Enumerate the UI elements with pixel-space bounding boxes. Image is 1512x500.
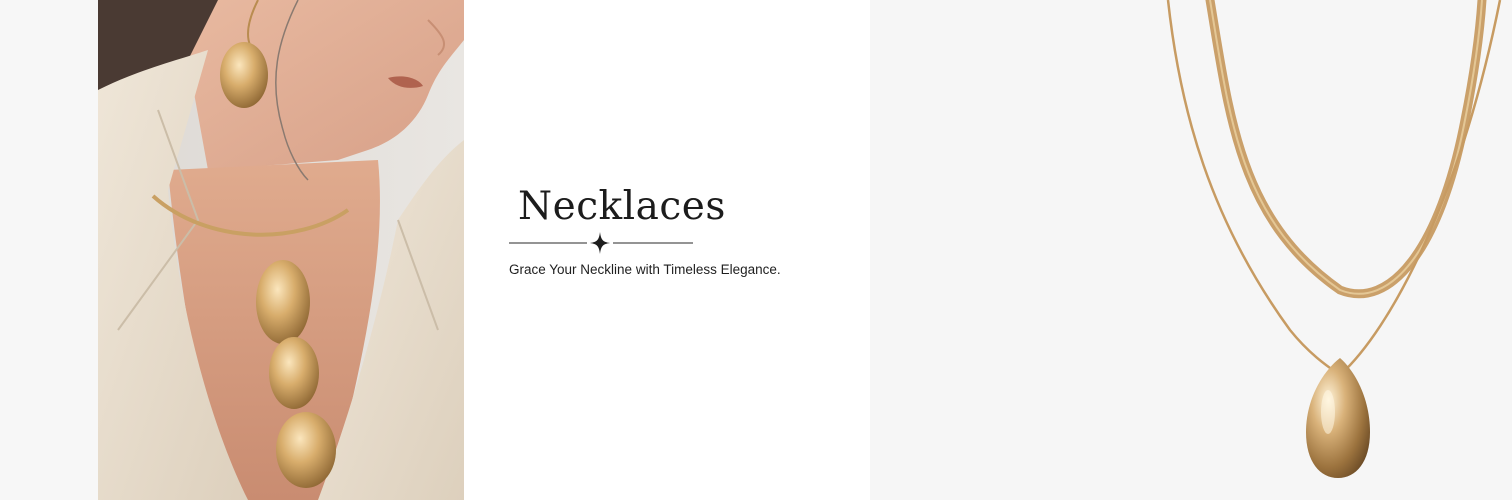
banner-left-margin bbox=[0, 0, 98, 500]
four-point-star-icon bbox=[590, 232, 610, 254]
category-banner[interactable]: Necklaces Grace Your Neckline with Timel… bbox=[0, 0, 1512, 500]
title-divider bbox=[509, 232, 693, 254]
banner-title: Necklaces bbox=[518, 184, 726, 229]
text-panel: Necklaces Grace Your Neckline with Timel… bbox=[464, 0, 870, 500]
product-necklace-photo bbox=[870, 0, 1512, 500]
banner-subtitle: Grace Your Neckline with Timeless Elegan… bbox=[509, 262, 781, 277]
model-necklace-photo bbox=[98, 0, 464, 500]
